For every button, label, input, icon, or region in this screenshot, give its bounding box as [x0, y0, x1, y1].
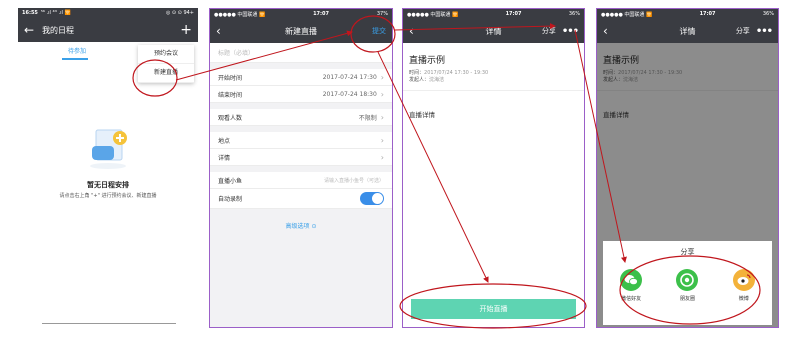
title-field[interactable]: 标题（必填）	[210, 43, 392, 63]
status-time: 16:55	[22, 10, 38, 16]
share-button[interactable]: 分享	[542, 26, 556, 36]
back-arrow-icon[interactable]: ←	[24, 24, 34, 36]
phone-schedule: 16:55 ⁵⁶ .ıl ⁴ᴳ .ıl 🛜 ◎ ⊙ ⊙ 94+ ← 我的日程 +…	[18, 8, 198, 328]
more-icon[interactable]: •••	[756, 26, 773, 37]
share-wechat[interactable]: 微信好友	[620, 269, 643, 302]
nav-bar: ← 我的日程 +	[18, 18, 198, 42]
nav-bar: ‹ 新建直播 提交	[210, 19, 392, 43]
room-label: 直播小鱼	[218, 177, 243, 185]
details-row[interactable]: 详情 ›	[210, 149, 392, 166]
status-carrier: ●●●●● 中国联通 🛜	[601, 11, 653, 18]
nav-bar: ‹ 详情 分享 •••	[597, 19, 778, 43]
menu-item-new-live[interactable]: 新建直播	[138, 64, 194, 83]
status-bar: ●●●●● 中国联通 🛜 17:07 36%	[403, 9, 584, 19]
live-host: 发起人：沈海洁	[403, 77, 584, 84]
end-time-value: 2017-07-24 18:30	[322, 90, 377, 98]
location-row[interactable]: 地点 ›	[210, 132, 392, 149]
status-battery: 36%	[568, 11, 580, 17]
phone-new-live: ●●●●● 中国联通 🛜 17:07 37% ‹ 新建直播 提交 标题（必填） …	[209, 8, 393, 328]
home-indicator	[42, 323, 176, 324]
status-battery: 36%	[762, 11, 774, 17]
chevron-right-icon: ›	[380, 72, 384, 82]
status-battery: 37%	[376, 11, 388, 17]
tab-underline	[62, 58, 88, 60]
dropdown-menu: 预约会议 新建直播	[138, 45, 194, 83]
start-time-row[interactable]: 开始时间 2017-07-24 17:30 ›	[210, 69, 392, 86]
room-row[interactable]: 直播小鱼 请输入直播小鱼号（可选）	[210, 172, 392, 189]
start-time-label: 开始时间	[218, 74, 243, 82]
title-placeholder: 标题（必填）	[218, 50, 255, 57]
status-bar: 16:55 ⁵⁶ .ıl ⁴ᴳ .ıl 🛜 ◎ ⊙ ⊙ 94+	[18, 8, 198, 18]
share-sheet: 分享 微信好友 朋友圈 微博	[603, 241, 772, 325]
back-chevron-icon[interactable]: ‹	[216, 25, 221, 37]
viewers-value: 不限制	[358, 114, 377, 122]
empty-subtitle: 请点击右上角 "+" 进行预约会议、新建直播	[59, 193, 157, 199]
weibo-icon	[732, 269, 755, 291]
empty-calendar-illustration-icon	[90, 129, 127, 169]
status-bar: ●●●●● 中国联通 🛜 17:07 37%	[210, 9, 392, 19]
chevron-right-icon: ›	[380, 112, 384, 122]
host-label: 发起人：	[409, 77, 430, 83]
page-title: 新建直播	[285, 26, 317, 36]
time-label: 时间：	[409, 70, 425, 76]
status-icons: ◎ ⊙ ⊙ 94+	[165, 10, 194, 16]
start-live-button[interactable]: 开始直播	[411, 299, 576, 319]
share-weibo[interactable]: 微博	[732, 269, 755, 302]
moments-label: 朋友圈	[679, 296, 695, 302]
start-time-value: 2017-07-24 17:30	[322, 73, 377, 81]
page-title: 我的日程	[42, 25, 75, 35]
end-time-label: 结束时间	[218, 91, 243, 99]
autorec-label: 自动录制	[218, 196, 243, 203]
status-time: 17:07	[313, 11, 329, 17]
tab-pending[interactable]: 待参加	[68, 46, 86, 55]
nav-bar: ‹ 详情 分享 •••	[403, 19, 584, 43]
status-time: 17:07	[699, 11, 716, 17]
live-time: 时间：2017/07/24 17:30 - 19:30	[403, 70, 584, 77]
viewers-row[interactable]: 观看人数 不限制 ›	[210, 109, 392, 126]
autorec-row: 自动录制	[210, 189, 392, 209]
viewers-label: 观看人数	[218, 114, 243, 122]
share-moments[interactable]: 朋友圈	[676, 269, 699, 302]
phone-share: ●●●●● 中国联通 🛜 17:07 36% ‹ 详情 分享 ••• 直播示例 …	[596, 8, 779, 328]
status-carrier: ●●●●● 中国联通 🛜	[407, 11, 459, 18]
menu-item-book-meeting[interactable]: 预约会议	[138, 45, 194, 64]
submit-button[interactable]: 提交	[372, 26, 386, 36]
host-value: 沈海洁	[429, 77, 445, 83]
share-button[interactable]: 分享	[736, 26, 750, 36]
wechat-label: 微信好友	[621, 296, 642, 302]
status-time: 17:07	[505, 11, 522, 17]
live-heading: 直播示例	[409, 56, 446, 66]
weibo-label: 微博	[738, 296, 749, 302]
chevron-right-icon: ›	[380, 89, 384, 99]
autorec-toggle[interactable]	[360, 192, 384, 205]
add-button[interactable]: +	[180, 22, 192, 38]
phone-detail: ●●●●● 中国联通 🛜 17:07 36% ‹ 详情 分享 ••• 直播示例 …	[402, 8, 585, 328]
empty-title: 暂无日程安排	[87, 181, 129, 189]
room-input[interactable]: 请输入直播小鱼号（可选）	[324, 177, 384, 184]
back-chevron-icon[interactable]: ‹	[409, 25, 414, 37]
status-signal: ⁵⁶ .ıl ⁴ᴳ .ıl 🛜	[40, 10, 71, 16]
location-label: 地点	[218, 137, 231, 145]
status-carrier: ●●●●● 中国联通 🛜	[214, 11, 266, 18]
share-sheet-title: 分享	[680, 248, 695, 256]
details-label: 详情	[218, 154, 231, 162]
chevron-right-icon: ›	[380, 135, 384, 145]
wechat-icon	[620, 269, 643, 291]
back-chevron-icon[interactable]: ‹	[603, 25, 608, 37]
more-icon[interactable]: •••	[562, 26, 579, 37]
chevron-right-icon: ›	[380, 152, 384, 162]
live-detail: 直播详情	[403, 90, 584, 119]
status-bar: ●●●●● 中国联通 🛜 17:07 36%	[597, 9, 778, 19]
time-value: 2017/07/24 17:30 - 19:30	[424, 70, 489, 76]
moments-icon	[676, 269, 699, 291]
end-time-row[interactable]: 结束时间 2017-07-24 18:30 ›	[210, 86, 392, 103]
advanced-options-link[interactable]: 高级选项 ⊙	[210, 221, 392, 230]
